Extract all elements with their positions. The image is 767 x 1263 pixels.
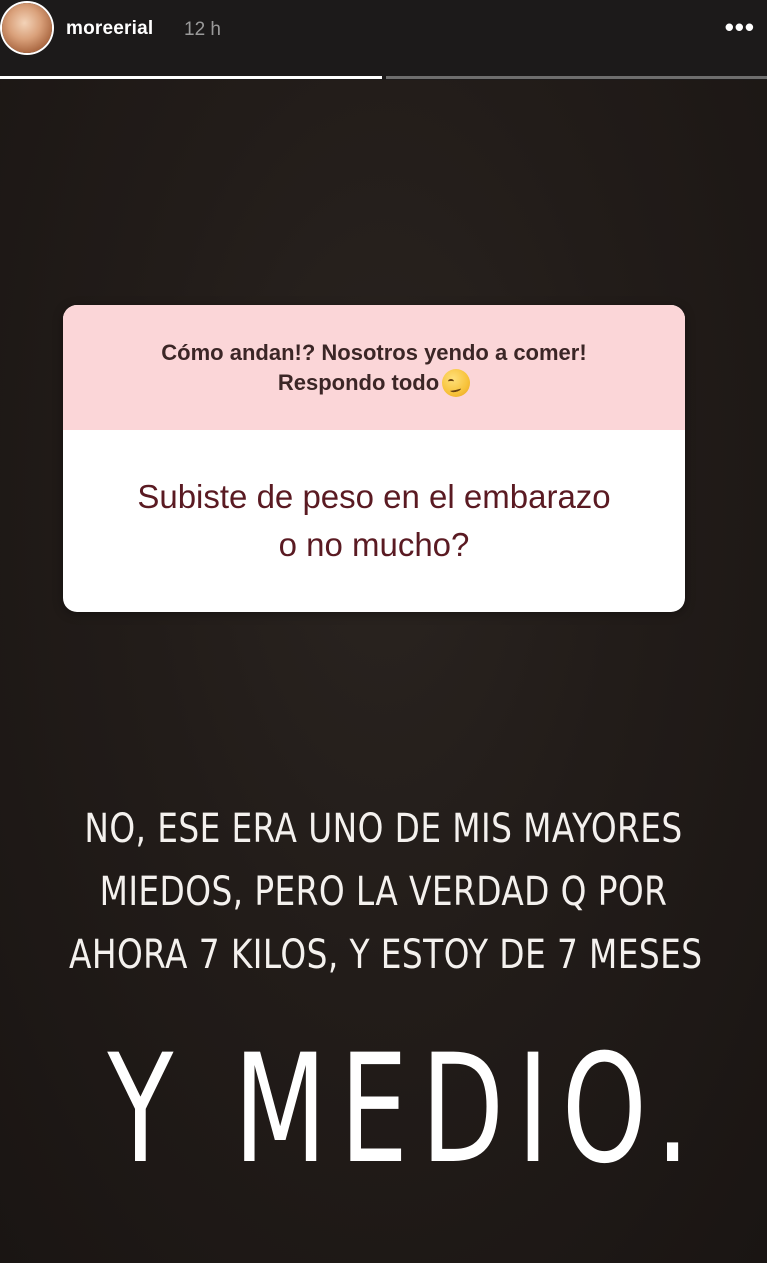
caption-line-2: MIEDOS, PERO LA VERDAD Q POR — [99, 869, 668, 915]
story-caption: NO, ESE ERA UNO DE MIS MAYORES MIEDOS, P… — [69, 798, 703, 987]
question-prompt-line-2: Respondo todo — [277, 369, 440, 395]
progress-segment-active — [0, 76, 382, 79]
story-viewer[interactable]: moreerial 12 h ••• Cómo andan!? Nosotros… — [0, 0, 767, 1263]
caption-large-text: Y MEDIO. — [107, 1023, 703, 1197]
question-sticker[interactable]: Cómo andan!? Nosotros yendo a comer! Res… — [63, 305, 685, 612]
profile-avatar[interactable] — [2, 3, 52, 53]
question-prompt-line-1: Cómo andan!? Nosotros yendo a comer! — [161, 339, 587, 365]
username[interactable]: moreerial — [66, 18, 153, 40]
question-prompt: Cómo andan!? Nosotros yendo a comer! Res… — [63, 305, 685, 430]
progress-segment-pending — [385, 76, 767, 79]
story-progress-bar — [0, 76, 767, 82]
question-prompt-line-2-wrapper: Respondo todo — [277, 368, 471, 398]
smirking-face-emoji-icon — [442, 368, 471, 397]
post-time: 12 h — [184, 19, 221, 40]
question-text: Subiste de peso en el embarazo o no much… — [137, 473, 610, 569]
question-text-line-1: Subiste de peso en el embarazo — [137, 478, 611, 515]
story-header: moreerial 12 h ••• — [0, 0, 767, 80]
question-text-line-2: o no mucho? — [278, 526, 470, 563]
caption-line-1: NO, ESE ERA UNO DE MIS MAYORES — [84, 806, 683, 852]
caption-line-3: AHORA 7 KILOS, Y ESTOY DE 7 MESES — [69, 932, 703, 978]
question-answer: Subiste de peso en el embarazo o no much… — [63, 430, 685, 612]
more-horizontal-icon[interactable]: ••• — [725, 14, 755, 40]
